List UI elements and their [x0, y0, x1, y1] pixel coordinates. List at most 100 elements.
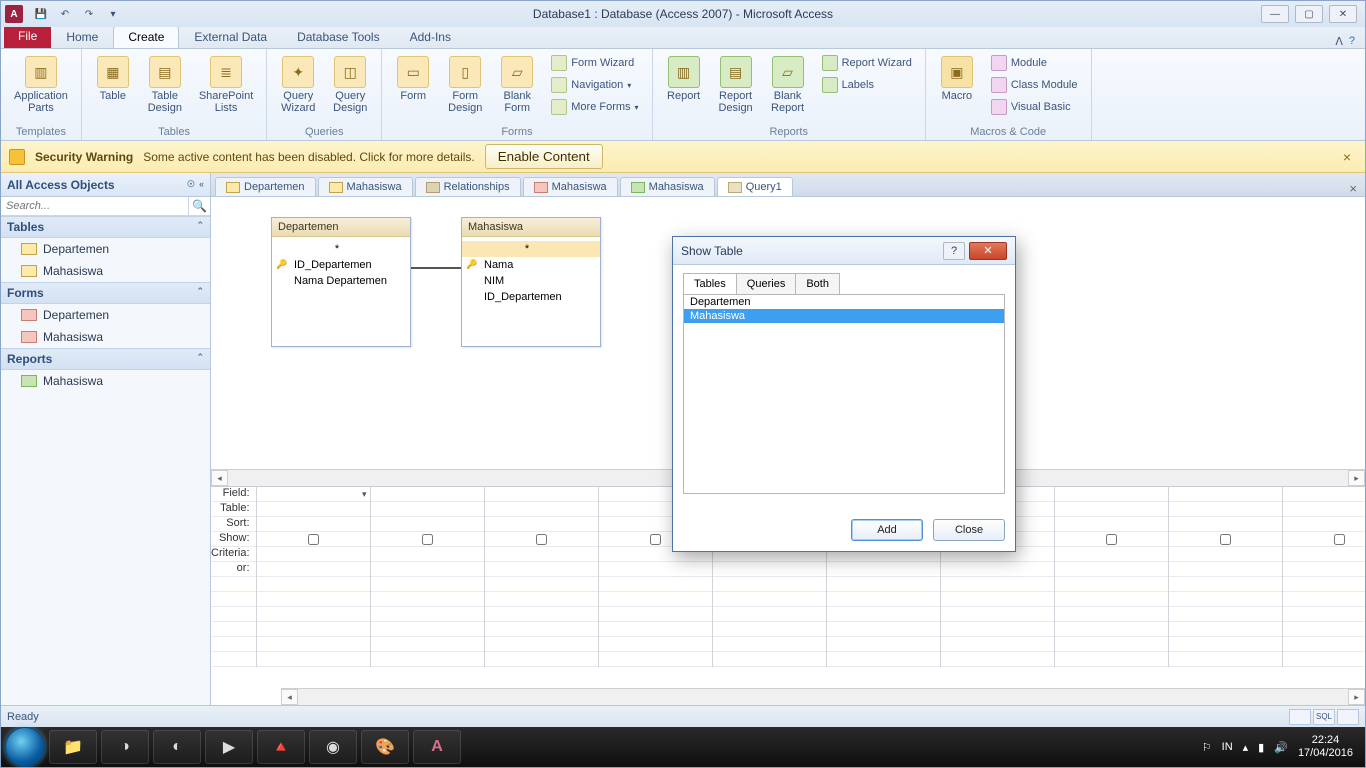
nav-dropdown-icon[interactable]: ☉ [187, 179, 195, 190]
table-field[interactable]: Nama [462, 257, 600, 273]
grid-cell[interactable] [1283, 487, 1365, 502]
grid-cell[interactable] [827, 577, 940, 592]
grid-cell[interactable] [599, 562, 712, 577]
grid-cell[interactable] [485, 637, 598, 652]
table-field[interactable]: Nama Departemen [272, 273, 410, 289]
tab-create[interactable]: Create [113, 26, 179, 48]
tray-volume-icon[interactable]: 🔊 [1274, 741, 1288, 754]
tab-home[interactable]: Home [51, 26, 113, 48]
relationship-line[interactable] [411, 267, 461, 269]
grid-cell[interactable] [1169, 652, 1282, 667]
show-checkbox[interactable] [536, 534, 547, 545]
grid-cell[interactable] [1055, 592, 1168, 607]
show-checkbox[interactable] [422, 534, 433, 545]
start-button[interactable] [5, 727, 45, 767]
grid-cell[interactable] [485, 592, 598, 607]
minimize-button[interactable]: — [1261, 5, 1289, 23]
report-wizard-button[interactable]: Report Wizard [817, 53, 917, 73]
visual-basic-button[interactable]: Visual Basic [986, 97, 1083, 117]
qat-customize-icon[interactable]: ▾ [103, 4, 123, 24]
grid-cell[interactable] [1055, 487, 1168, 502]
grid-cell[interactable] [257, 502, 370, 517]
doc-tab[interactable]: Relationships [415, 177, 521, 196]
dialog-tab-tables[interactable]: Tables [683, 273, 737, 294]
grid-cell[interactable] [827, 592, 940, 607]
nav-category-forms[interactable]: Forms⌃ [1, 282, 210, 304]
grid-cell[interactable] [371, 517, 484, 532]
grid-cell[interactable] [371, 652, 484, 667]
maximize-button[interactable]: ▢ [1295, 5, 1323, 23]
tab-external-data[interactable]: External Data [179, 26, 282, 48]
grid-cell[interactable] [713, 607, 826, 622]
grid-cell[interactable] [1055, 637, 1168, 652]
grid-cell[interactable] [485, 517, 598, 532]
dialog-tab-both[interactable]: Both [795, 273, 840, 294]
taskbar-mpc-icon[interactable]: ▶ [205, 730, 253, 764]
form-button[interactable]: ▭Form [390, 53, 436, 105]
taskbar-clock[interactable]: 22:24 17/04/2016 [1298, 734, 1353, 759]
grid-cell[interactable] [1283, 607, 1365, 622]
tray-flag-icon[interactable]: ⚐ [1202, 741, 1212, 754]
grid-cell[interactable] [371, 547, 484, 562]
view-datasheet-icon[interactable] [1289, 709, 1311, 725]
dialog-add-button[interactable]: Add [851, 519, 923, 541]
redo-icon[interactable]: ↷ [79, 4, 99, 24]
table-field[interactable]: NIM [462, 273, 600, 289]
grid-cell[interactable] [1169, 637, 1282, 652]
security-close-icon[interactable]: × [1337, 149, 1357, 165]
grid-cell[interactable] [1055, 577, 1168, 592]
grid-cell[interactable] [257, 592, 370, 607]
grid-cell[interactable] [1169, 502, 1282, 517]
more-forms-button[interactable]: More Forms▾ [546, 97, 643, 117]
grid-cell[interactable] [257, 517, 370, 532]
nav-category-reports[interactable]: Reports⌃ [1, 348, 210, 370]
table-design-button[interactable]: ▤Table Design [142, 53, 188, 117]
dialog-table-list[interactable]: Departemen Mahasiswa [683, 294, 1005, 494]
grid-cell[interactable] [485, 577, 598, 592]
grid-cell[interactable] [713, 562, 826, 577]
grid-cell[interactable] [941, 562, 1054, 577]
grid-cell[interactable] [371, 592, 484, 607]
grid-cell[interactable] [827, 562, 940, 577]
grid-cell[interactable] [371, 562, 484, 577]
grid-cell[interactable] [485, 532, 598, 547]
taskbar-vlc-icon[interactable]: 🔺 [257, 730, 305, 764]
show-checkbox[interactable] [1106, 534, 1117, 545]
tab-add-ins[interactable]: Add-Ins [395, 26, 466, 48]
tray-battery-icon[interactable]: ▮ [1258, 741, 1264, 754]
grid-cell[interactable] [1283, 502, 1365, 517]
save-icon[interactable]: 💾 [31, 4, 51, 24]
table-field[interactable]: * [272, 241, 410, 257]
grid-cell[interactable] [1169, 517, 1282, 532]
nav-item-report[interactable]: Mahasiswa [1, 370, 210, 392]
dialog-list-item[interactable]: Departemen [684, 295, 1004, 309]
nav-collapse-icon[interactable]: « [199, 179, 204, 190]
query-wizard-button[interactable]: ✦Query Wizard [275, 53, 321, 117]
grid-cell[interactable] [827, 637, 940, 652]
grid-cell[interactable] [827, 652, 940, 667]
grid-cell[interactable] [1169, 622, 1282, 637]
nav-search-input[interactable] [1, 197, 188, 215]
table-field[interactable]: * [462, 241, 600, 257]
grid-cell[interactable] [1169, 577, 1282, 592]
undo-icon[interactable]: ↶ [55, 4, 75, 24]
grid-cell[interactable] [1283, 622, 1365, 637]
grid-cell[interactable] [371, 487, 484, 502]
report-design-button[interactable]: ▤Report Design [713, 53, 759, 117]
tab-file[interactable]: File [4, 26, 51, 48]
grid-cell[interactable] [941, 607, 1054, 622]
query-table-departemen[interactable]: Departemen * ID_Departemen Nama Departem… [271, 217, 411, 347]
grid-cell[interactable] [1055, 607, 1168, 622]
grid-cell[interactable] [485, 607, 598, 622]
taskbar-explorer-icon[interactable]: 📁 [49, 730, 97, 764]
taskbar-access-icon[interactable]: A [413, 730, 461, 764]
taskbar-paint-icon[interactable]: 🎨 [361, 730, 409, 764]
grid-cell[interactable] [371, 502, 484, 517]
grid-cell[interactable] [713, 652, 826, 667]
doc-tab[interactable]: Query1 [717, 177, 793, 196]
grid-cell[interactable] [485, 502, 598, 517]
close-button[interactable]: ✕ [1329, 5, 1357, 23]
nav-item-table[interactable]: Mahasiswa [1, 260, 210, 282]
grid-cell[interactable] [599, 577, 712, 592]
sharepoint-lists-button[interactable]: ≣SharePoint Lists [194, 53, 258, 117]
